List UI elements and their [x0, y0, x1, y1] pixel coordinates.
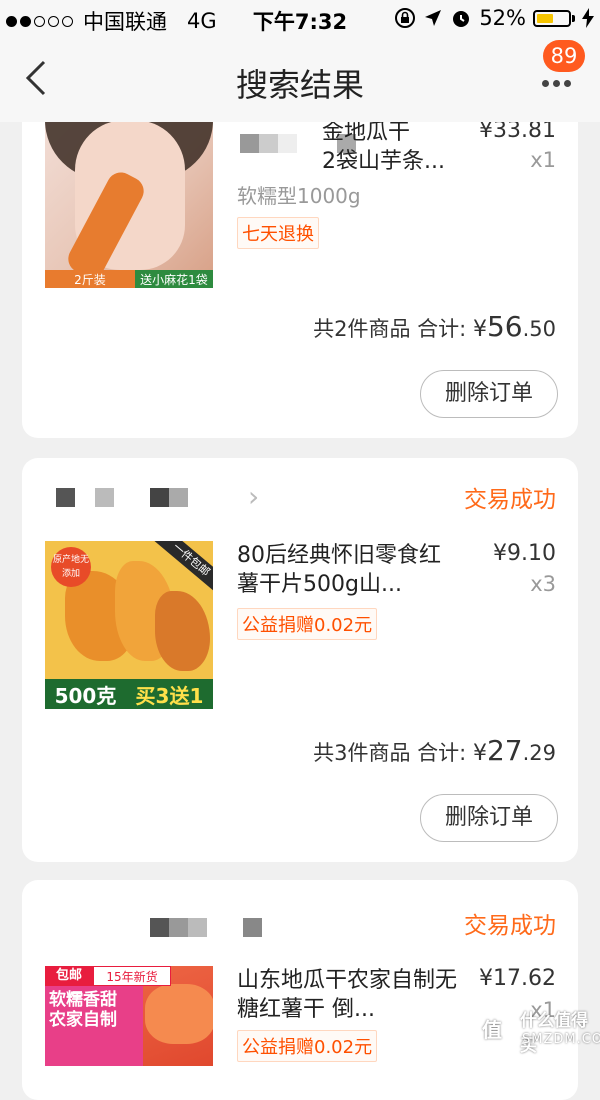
- order-total: 共2件商品 合计: ¥56.50: [313, 310, 556, 343]
- item-tag: 公益捐赠0.02元: [237, 608, 378, 640]
- item-quantity: x1: [530, 148, 556, 172]
- shop-header[interactable]: › 交易成功: [22, 458, 578, 532]
- item-title[interactable]: 金地瓜干 2袋山芋条...: [322, 118, 462, 176]
- product-thumbnail[interactable]: 包邮 15年新货 软糯香甜 农家自制: [45, 966, 213, 1066]
- thumb-pink-line-1: 软糯香甜: [49, 990, 117, 1010]
- watermark-logo-icon: 值: [470, 1008, 514, 1052]
- location-arrow-icon: [425, 10, 442, 26]
- order-status: 交易成功: [464, 487, 556, 513]
- order-total-integer: 27: [486, 734, 523, 767]
- battery-percent: 52%: [479, 6, 526, 30]
- thumb-promo: 买3送1: [135, 683, 204, 708]
- order-total-currency: ¥: [472, 317, 487, 342]
- order-total-prefix: 共2件商品 合计:: [313, 317, 467, 341]
- watermark-text: 什么值得买: [520, 1011, 588, 1056]
- order-status: 交易成功: [464, 913, 556, 939]
- redacted-shop-name: [56, 488, 188, 507]
- thumb-stamp: 原产地无添加: [51, 547, 91, 587]
- order-total: 共3件商品 合计: ¥27.29: [313, 734, 556, 767]
- order-total-decimal: .29: [522, 741, 556, 765]
- item-price: ¥9.10: [493, 541, 556, 566]
- shop-header[interactable]: 交易成功: [22, 880, 578, 954]
- delete-order-button[interactable]: 删除订单: [420, 794, 558, 842]
- item-tag: 公益捐赠0.02元: [237, 1030, 378, 1062]
- item-tag: 七天退换: [237, 217, 319, 249]
- battery-icon: [533, 9, 571, 27]
- watermark-sub: SMZDM.COM: [522, 1032, 600, 1047]
- charging-bolt-icon: [582, 8, 594, 28]
- item-title[interactable]: 山东地瓜干农家自制无糖红薯干 倒...: [237, 966, 457, 1024]
- thumb-pink-line-2: 农家自制: [49, 1010, 117, 1030]
- thumb-weight: 500克: [54, 683, 117, 708]
- thumb-caption-left: 2斤装: [45, 270, 135, 288]
- order-total-currency: ¥: [472, 741, 487, 766]
- status-bar: 中国联通 4G 下午7:32 52%: [0, 0, 600, 38]
- product-thumbnail[interactable]: 2斤装 送小麻花1袋: [45, 120, 213, 288]
- product-thumbnail[interactable]: 原产地无添加 一件包邮 500克 买3送1: [45, 541, 213, 709]
- order-total-integer: 56: [486, 310, 523, 343]
- thumb-pink-label: 软糯香甜 农家自制: [45, 986, 143, 1066]
- orientation-lock-icon: [395, 8, 416, 28]
- redacted-shop-name: [150, 918, 262, 937]
- thumb-free-shipping: 包邮: [45, 966, 93, 986]
- order-card-1[interactable]: 2斤装 送小麻花1袋 金地瓜干 2袋山芋条... ¥33.81 x1 软糯型10…: [22, 100, 578, 438]
- item-title[interactable]: 80后经典怀旧零食红薯干片500g山...: [237, 541, 457, 599]
- order-card-3[interactable]: 交易成功 包邮 15年新货 软糯香甜 农家自制 山东地瓜干农家自制无糖红薯干 倒…: [22, 880, 578, 1100]
- more-dots-icon[interactable]: [540, 72, 580, 102]
- item-sku: 软糯型1000g: [237, 184, 361, 208]
- order-card-2[interactable]: › 交易成功 原产地无添加 一件包邮 500克 买3送1 80后经典怀旧零食红薯…: [22, 458, 578, 862]
- alarm-icon: [453, 11, 470, 27]
- order-total-prefix: 共3件商品 合计:: [313, 741, 467, 765]
- chevron-right-icon[interactable]: ›: [248, 480, 259, 513]
- order-total-decimal: .50: [522, 317, 556, 341]
- smzdm-watermark: 值 什么值得买 SMZDM.COM: [470, 1000, 600, 1060]
- item-price: ¥17.62: [479, 966, 556, 991]
- nav-bar: 搜索结果 89: [0, 38, 600, 122]
- page-title: 搜索结果: [235, 66, 364, 104]
- thumb-caption-right: 送小麻花1袋: [135, 270, 213, 288]
- item-quantity: x3: [530, 572, 556, 596]
- thumb-new-stock: 15年新货: [93, 966, 171, 986]
- delete-order-button[interactable]: 删除订单: [420, 370, 558, 418]
- message-badge[interactable]: 89: [543, 40, 585, 72]
